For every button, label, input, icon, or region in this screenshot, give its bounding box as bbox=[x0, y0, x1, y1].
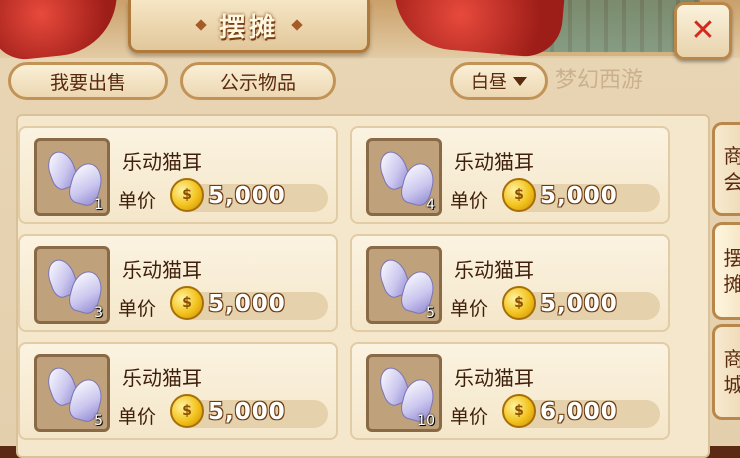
side-tab-glyph: 会 bbox=[724, 169, 740, 195]
item-slot[interactable]: 4 bbox=[366, 138, 442, 216]
side-tab-glyph: 城 bbox=[724, 372, 740, 398]
gold-coin-icon: $ bbox=[502, 286, 536, 320]
title-banner: 摆摊 ✕ bbox=[0, 0, 740, 58]
close-button[interactable]: ✕ bbox=[674, 2, 732, 60]
close-icon: ✕ bbox=[690, 16, 715, 46]
gold-coin-icon: $ bbox=[502, 178, 536, 212]
side-tab-glyph: 商 bbox=[724, 143, 740, 169]
stall-window: 摆摊 ✕ 我要出售 公示物品 白昼 梦幻西游 1 乐动猫耳 单价 $ 5,000 bbox=[0, 0, 740, 446]
item-card[interactable]: 5 乐动猫耳 单价 $ 5,000 bbox=[350, 234, 670, 332]
side-tab-glyph: 摆 bbox=[724, 245, 740, 271]
item-card[interactable]: 4 乐动猫耳 单价 $ 5,000 bbox=[350, 126, 670, 224]
side-tab-chamber-of-commerce[interactable]: 商会 bbox=[712, 122, 740, 216]
price-label: 单价 bbox=[450, 186, 488, 213]
side-tab-glyph: 商 bbox=[724, 346, 740, 372]
tab-sell[interactable]: 我要出售 bbox=[8, 62, 168, 100]
title-plaque: 摆摊 bbox=[128, 0, 370, 53]
item-card[interactable]: 5 乐动猫耳 单价 $ 5,000 bbox=[18, 342, 338, 440]
page-title: 摆摊 bbox=[219, 7, 279, 44]
item-quantity: 4 bbox=[426, 197, 435, 213]
stall-item-list[interactable]: 1 乐动猫耳 单价 $ 5,000 4 乐动猫耳 单价 $ 5,000 bbox=[16, 114, 710, 458]
gold-coin-icon: $ bbox=[502, 394, 536, 428]
ribbon-decoration-left bbox=[0, 0, 123, 63]
item-slot[interactable]: 5 bbox=[366, 246, 442, 324]
item-price: 5,000 bbox=[208, 183, 286, 209]
item-card[interactable]: 3 乐动猫耳 单价 $ 5,000 bbox=[18, 234, 338, 332]
diamond-icon bbox=[291, 19, 302, 30]
item-quantity: 1 bbox=[94, 197, 103, 213]
item-name: 乐动猫耳 bbox=[454, 146, 534, 175]
item-slot[interactable]: 5 bbox=[34, 354, 110, 432]
item-quantity: 5 bbox=[426, 305, 435, 321]
price-label: 单价 bbox=[450, 294, 488, 321]
price-label: 单价 bbox=[118, 186, 156, 213]
item-price: 5,000 bbox=[540, 183, 618, 209]
time-filter-value: 白昼 bbox=[471, 68, 507, 94]
price-label: 单价 bbox=[450, 402, 488, 429]
item-card[interactable]: 10 乐动猫耳 单价 $ 6,000 bbox=[350, 342, 670, 440]
item-price: 5,000 bbox=[540, 291, 618, 317]
item-name: 乐动猫耳 bbox=[454, 362, 534, 391]
item-price: 6,000 bbox=[540, 399, 618, 425]
ribbon-decoration-right bbox=[390, 0, 565, 59]
item-quantity: 3 bbox=[94, 305, 103, 321]
item-card[interactable]: 1 乐动猫耳 单价 $ 5,000 bbox=[18, 126, 338, 224]
tab-public-items[interactable]: 公示物品 bbox=[180, 62, 336, 100]
time-filter-select[interactable]: 白昼 bbox=[450, 62, 548, 100]
price-label: 单价 bbox=[118, 402, 156, 429]
item-slot[interactable]: 1 bbox=[34, 138, 110, 216]
item-price: 5,000 bbox=[208, 399, 286, 425]
item-slot[interactable]: 3 bbox=[34, 246, 110, 324]
side-tab-stall[interactable]: 摆摊 bbox=[712, 222, 740, 320]
item-quantity: 10 bbox=[417, 413, 435, 429]
diamond-icon bbox=[195, 19, 206, 30]
side-tab-mall[interactable]: 商城 bbox=[712, 324, 740, 420]
item-name: 乐动猫耳 bbox=[122, 362, 202, 391]
item-slot[interactable]: 10 bbox=[366, 354, 442, 432]
chevron-down-icon bbox=[513, 77, 527, 86]
side-tab-glyph: 摊 bbox=[724, 271, 740, 297]
item-quantity: 5 bbox=[94, 413, 103, 429]
price-label: 单价 bbox=[118, 294, 156, 321]
item-name: 乐动猫耳 bbox=[454, 254, 534, 283]
item-name: 乐动猫耳 bbox=[122, 146, 202, 175]
gold-coin-icon: $ bbox=[170, 178, 204, 212]
gold-coin-icon: $ bbox=[170, 286, 204, 320]
game-logo-watermark: 梦幻西游 bbox=[555, 62, 643, 94]
item-price: 5,000 bbox=[208, 291, 286, 317]
item-name: 乐动猫耳 bbox=[122, 254, 202, 283]
gold-coin-icon: $ bbox=[170, 394, 204, 428]
